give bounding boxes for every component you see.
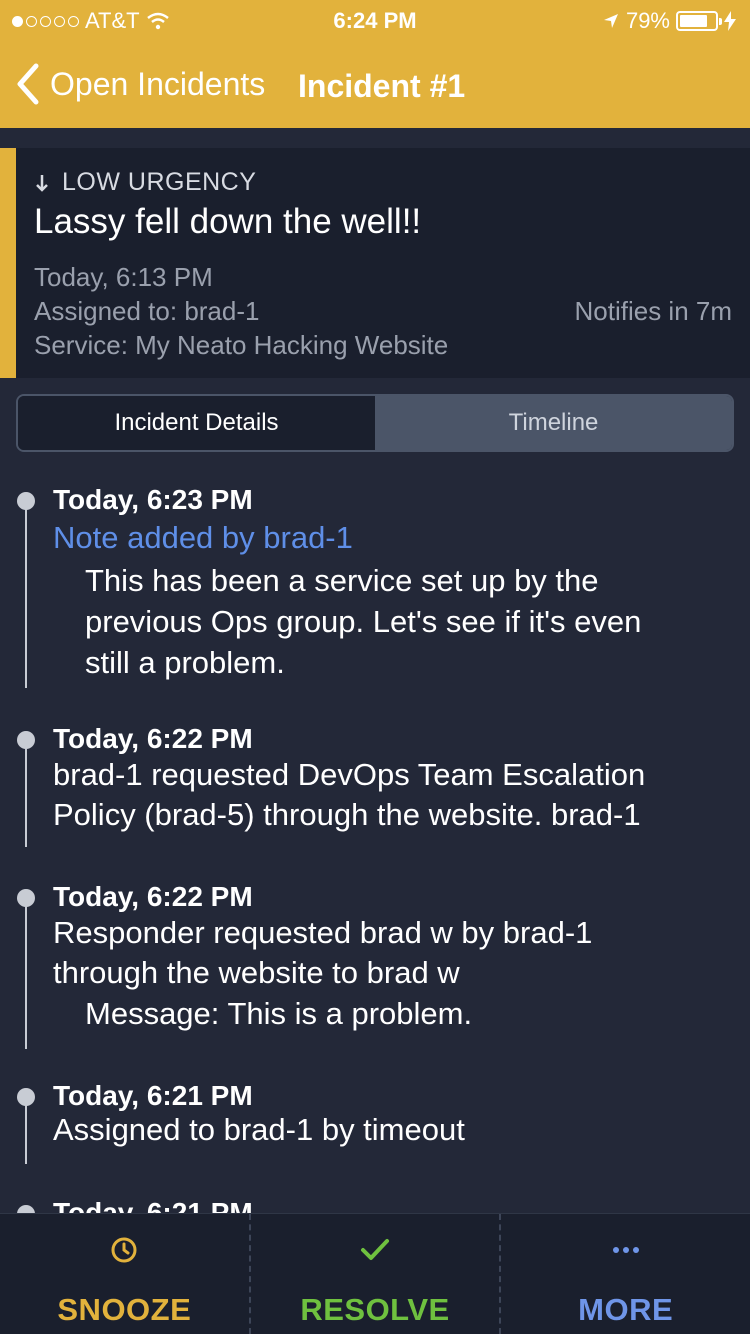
urgency-accent-bar (0, 148, 16, 378)
timeline-connector (25, 903, 27, 1049)
timeline-entry: Today, 6:22 PM brad-1 requested DevOps T… (0, 715, 750, 855)
timeline-time: Today, 6:23 PM (53, 484, 253, 515)
timeline-time: Today, 6:22 PM (53, 881, 253, 912)
timeline-entry: Today, 6:21 PM Assigned to brad-1 by tim… (0, 1072, 750, 1182)
timeline-node (17, 1205, 35, 1213)
page-title: Incident #1 (298, 68, 466, 104)
urgency-text: LOW URGENCY (62, 168, 257, 196)
action-bar: SNOOZE RESOLVE MORE (0, 1213, 750, 1334)
incident-summary: LOW URGENCY Lassy fell down the well!! T… (0, 148, 750, 378)
urgency-label: LOW URGENCY (34, 168, 256, 197)
timeline-entry: Today, 6:21 PM (0, 1189, 750, 1213)
detail-tabs: Incident Details Timeline (16, 394, 734, 452)
notifies-countdown: Notifies in 7m (574, 296, 733, 326)
timeline-entry: Today, 6:22 PM Responder requested brad … (0, 873, 750, 1063)
back-button[interactable]: Open Incidents (14, 62, 265, 106)
battery-fill (680, 15, 707, 27)
timeline-time: Today, 6:21 PM (53, 1197, 253, 1213)
snooze-label: SNOOZE (57, 1292, 192, 1327)
status-bar: AT&T 6:24 PM 79% (0, 0, 750, 40)
chevron-left-icon (17, 63, 39, 105)
timeline-entry: Today, 6:23 PM Note added by brad-1 This… (0, 476, 750, 696)
charging-bolt-icon (724, 11, 736, 31)
note-body-line: This has been a service set up by the (85, 563, 599, 598)
resolve-button[interactable]: RESOLVE (248, 1214, 500, 1334)
timeline-text-line: Responder requested brad w by brad-1 (53, 915, 593, 950)
incident-title: Lassy fell down the well!! (34, 202, 422, 241)
timeline-text-line: Assigned to brad-1 by timeout (53, 1112, 465, 1147)
snooze-button[interactable]: SNOOZE (0, 1214, 249, 1334)
timeline-connector (25, 745, 27, 847)
resolve-label: RESOLVE (300, 1292, 450, 1327)
incident-created: Today, 6:13 PM (34, 262, 213, 292)
navigation-bar: Open Incidents Incident #1 (0, 40, 750, 128)
battery-percent: 79% (625, 8, 670, 33)
clock-icon (111, 1237, 137, 1263)
battery-icon (676, 11, 722, 31)
note-body-line: previous Ops group. Let's see if it's ev… (85, 604, 642, 639)
location-arrow-icon (603, 14, 618, 28)
status-right: 79% (602, 8, 736, 34)
checkmark-icon (361, 1239, 389, 1260)
ellipsis-icon (612, 1247, 639, 1253)
timeline-text-line: brad-1 requested DevOps Team Escalation (53, 757, 646, 792)
timeline-time: Today, 6:22 PM (53, 723, 253, 754)
timeline-list: Today, 6:23 PM Note added by brad-1 This… (0, 468, 750, 1213)
more-button[interactable]: MORE (499, 1214, 750, 1334)
incident-assignee: Assigned to: brad-1 (34, 296, 260, 326)
timeline-text-line: through the website to brad w (53, 955, 460, 990)
tab-timeline[interactable]: Timeline (375, 396, 732, 450)
timeline-connector (25, 506, 27, 688)
timeline-message: Message: This is a problem. (85, 996, 473, 1031)
note-body-line: still a problem. (85, 645, 285, 680)
tab-incident-details[interactable]: Incident Details (18, 396, 375, 450)
header: AT&T 6:24 PM 79% Open Incidents Incident… (0, 0, 750, 128)
arrow-down-icon (36, 174, 48, 192)
timeline-text-line: Policy (brad-5) through the website. bra… (53, 797, 641, 832)
incident-service: Service: My Neato Hacking Website (34, 330, 449, 360)
more-label: MORE (578, 1292, 674, 1327)
timeline-connector (25, 1102, 27, 1164)
timeline-time: Today, 6:21 PM (53, 1080, 253, 1111)
note-author-link[interactable]: Note added by brad-1 (53, 520, 353, 556)
back-label: Open Incidents (50, 65, 266, 102)
